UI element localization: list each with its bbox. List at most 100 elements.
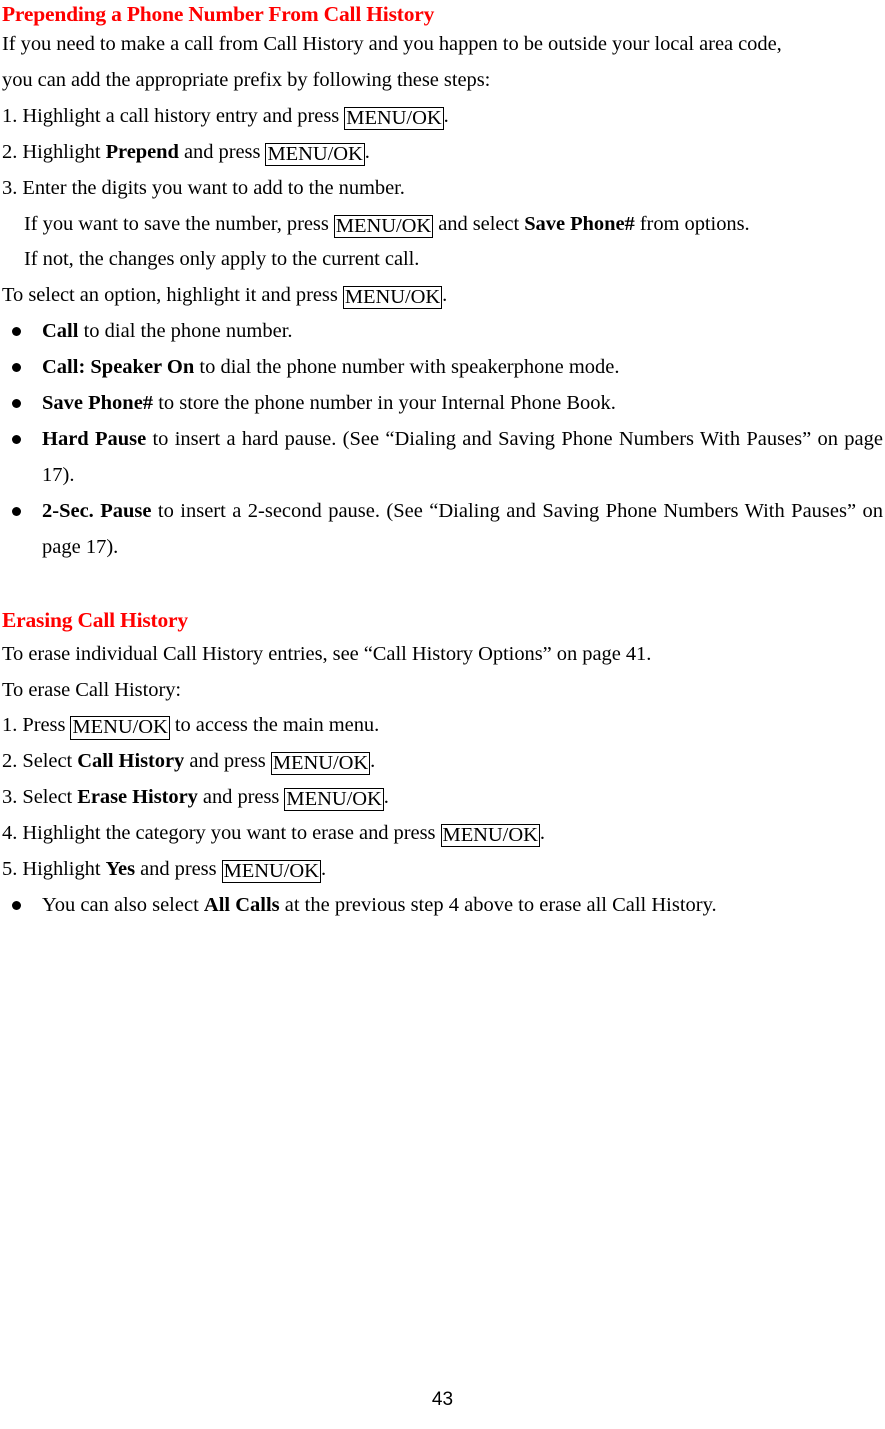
key-menu-ok[interactable]: MENU/OK <box>284 788 384 812</box>
step-3-sub-2-text: If not, the changes only apply to the cu… <box>24 248 420 271</box>
step-3-sub-1-prefix: If you want to save the number, press <box>24 212 334 235</box>
list-item: Hard Pause to insert a hard pause. (See … <box>2 422 883 494</box>
option-2-sec-pause: 2-Sec. Pause to insert a 2-second pause.… <box>42 500 883 558</box>
step-1-prefix: Highlight a call history entry and press <box>22 104 345 127</box>
select-option-prefix: To select an option, highlight it and pr… <box>2 284 343 307</box>
step-3-sub-1-mid: and select <box>433 212 525 235</box>
note-all-calls: You can also select All Calls at the pre… <box>42 894 717 916</box>
option-call-speaker-on-desc: to dial the phone number with speakerpho… <box>194 356 620 379</box>
note-all-calls-suffix: at the previous step 4 above to erase al… <box>279 893 717 916</box>
list-item: Call: Speaker On to dial the phone numbe… <box>2 350 883 386</box>
select-option-suffix: . <box>442 284 448 307</box>
erase-step-5-prefix: Highlight <box>22 858 106 881</box>
option-call-speaker-on: Call: Speaker On to dial the phone numbe… <box>42 356 620 378</box>
page-content: Prepending a Phone Number From Call Hist… <box>2 0 883 924</box>
erase-step-5: 5. Highlight Yes and press MENU/OK. <box>2 852 883 888</box>
erase-step-5-suffix: . <box>320 858 327 881</box>
step-3-sub-line-1: If you want to save the number, press ME… <box>2 207 883 243</box>
call-options-list: Call to dial the phone number. Call: Spe… <box>2 314 883 565</box>
option-2-sec-pause-label: 2-Sec. Pause <box>42 499 152 522</box>
option-2-sec-pause-desc: to insert a 2-second pause. (See “Dialin… <box>42 499 883 558</box>
erase-step-2: 2. Select Call History and press MENU/OK… <box>2 744 883 780</box>
step-2-mid: and press <box>178 140 266 163</box>
step-1: 1. Highlight a call history entry and pr… <box>2 99 883 135</box>
step-3-number: 3. <box>2 176 18 199</box>
step-2-number: 2. <box>2 140 18 163</box>
erase-step-2-number: 2. <box>2 750 18 773</box>
erase-step-5-mid: and press <box>135 858 222 881</box>
erase-step-3-prefix: Select <box>22 786 78 809</box>
erasing-intro-line: To erase individual Call History entries… <box>2 642 652 665</box>
erase-step-4-number: 4. <box>2 822 18 845</box>
erase-step-4-suffix: . <box>539 822 545 845</box>
key-menu-ok[interactable]: MENU/OK <box>344 106 444 130</box>
option-call-label: Call <box>42 320 79 343</box>
erase-step-5-bold-yes: Yes <box>105 858 136 881</box>
list-item: Call to dial the phone number. <box>2 314 883 350</box>
erase-step-1: 1. Press MENU/OK to access the main menu… <box>2 708 883 744</box>
step-3-sub-line-2: If not, the changes only apply to the cu… <box>2 242 883 278</box>
step-2-bold-prepend: Prepend <box>105 140 179 163</box>
step-2-prefix: Highlight <box>22 140 106 163</box>
erase-step-1-number: 1. <box>2 714 18 737</box>
section-heading-erasing: Erasing Call History <box>2 607 188 632</box>
intro-line-1: If you need to make a call from Call His… <box>2 33 782 55</box>
option-save-phone: Save Phone# to store the phone number in… <box>42 392 616 414</box>
bullet-dot-icon <box>12 434 21 444</box>
option-call: Call to dial the phone number. <box>42 320 293 342</box>
bullet-dot-icon <box>12 363 21 373</box>
erase-step-2-prefix: Select <box>22 750 78 773</box>
key-menu-ok[interactable]: MENU/OK <box>440 824 540 848</box>
step-3-sub-1-suffix: from options. <box>634 212 750 235</box>
step-3-sub-1-bold-save-phone: Save Phone# <box>524 212 635 235</box>
erase-step-3-mid: and press <box>197 786 285 809</box>
erase-step-4: 4. Highlight the category you want to er… <box>2 816 883 852</box>
erase-note-list: You can also select All Calls at the pre… <box>2 888 883 924</box>
option-save-phone-desc: to store the phone number in your Intern… <box>153 392 616 415</box>
erase-step-4-prefix: Highlight the category you want to erase… <box>22 822 441 845</box>
erasing-lead-line: To erase Call History: <box>2 678 182 701</box>
erase-step-1-prefix: Press <box>22 714 71 737</box>
erase-step-2-bold-call-history: Call History <box>77 750 185 773</box>
key-menu-ok[interactable]: MENU/OK <box>342 286 443 310</box>
document-page: Prepending a Phone Number From Call Hist… <box>0 0 885 1429</box>
list-item: Save Phone# to store the phone number in… <box>2 386 883 422</box>
key-menu-ok[interactable]: MENU/OK <box>333 214 434 238</box>
step-3: 3. Enter the digits you want to add to t… <box>2 171 883 207</box>
step-2: 2. Highlight Prepend and press MENU/OK. <box>2 135 883 171</box>
option-hard-pause-desc: to insert a hard pause. (See “Dialing an… <box>42 427 883 486</box>
key-menu-ok[interactable]: MENU/OK <box>221 860 321 884</box>
step-1-number: 1. <box>2 104 18 127</box>
page-number: 43 <box>431 1389 454 1410</box>
key-menu-ok[interactable]: MENU/OK <box>70 716 170 740</box>
bullet-dot-icon <box>12 399 21 409</box>
erase-step-5-number: 5. <box>2 858 18 881</box>
erase-step-3-bold-erase-history: Erase History <box>77 786 198 809</box>
key-menu-ok[interactable]: MENU/OK <box>270 752 371 776</box>
option-hard-pause: Hard Pause to insert a hard pause. (See … <box>42 428 883 486</box>
note-all-calls-label: All Calls <box>203 893 280 916</box>
note-all-calls-prefix: You can also select <box>42 893 204 916</box>
erase-step-2-mid: and press <box>184 750 271 773</box>
step-2-suffix: . <box>364 140 370 163</box>
bullet-dot-icon <box>12 506 21 516</box>
bullet-dot-icon <box>12 900 21 910</box>
erase-step-2-suffix: . <box>370 750 376 773</box>
option-save-phone-label: Save Phone# <box>42 392 154 415</box>
key-menu-ok[interactable]: MENU/OK <box>265 142 365 166</box>
intro-line-2: you can add the appropriate prefix by fo… <box>2 68 491 91</box>
option-hard-pause-label: Hard Pause <box>42 427 147 450</box>
list-item: You can also select All Calls at the pre… <box>2 888 883 924</box>
erase-step-3: 3. Select Erase History and press MENU/O… <box>2 780 883 816</box>
bullet-dot-icon <box>12 327 21 337</box>
select-option-line: To select an option, highlight it and pr… <box>2 278 883 314</box>
option-call-speaker-on-label: Call: Speaker On <box>42 356 195 379</box>
erase-step-3-suffix: . <box>383 786 389 809</box>
step-3-prefix: Enter the digits you want to add to the … <box>22 176 405 199</box>
option-call-desc: to dial the phone number. <box>78 320 293 343</box>
list-item: 2-Sec. Pause to insert a 2-second pause.… <box>2 494 883 566</box>
section-heading-prepending: Prepending a Phone Number From Call Hist… <box>2 2 435 26</box>
step-1-suffix: . <box>443 104 449 127</box>
erase-step-1-mid: to access the main menu. <box>169 714 380 737</box>
